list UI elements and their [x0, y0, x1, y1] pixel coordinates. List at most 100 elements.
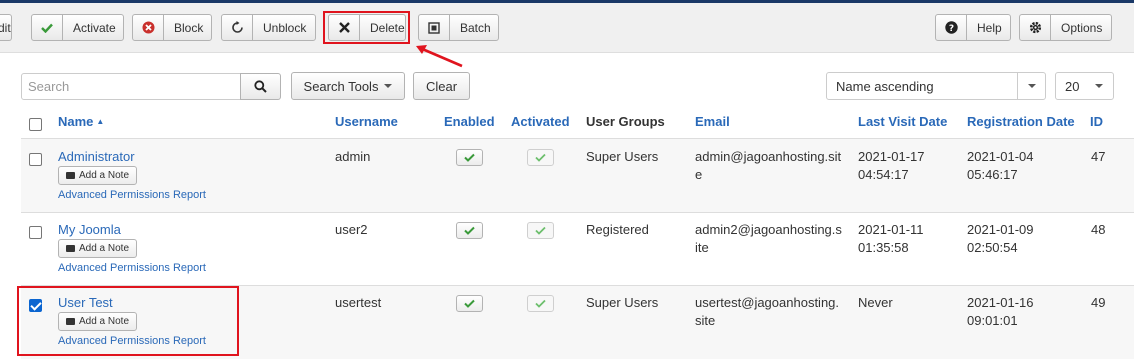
check-icon — [535, 226, 546, 235]
registration-time: 09:01:01 — [967, 313, 1018, 328]
annotation-arrow — [416, 45, 463, 68]
last-visit-time: 04:54:17 — [858, 167, 909, 182]
user-id: 47 — [1091, 149, 1106, 164]
check-icon — [464, 153, 475, 162]
registration-date: 2021-01-09 — [967, 222, 1034, 237]
search-input[interactable]: Search — [21, 73, 241, 100]
last-visit-date: 2021-01-17 — [858, 149, 925, 164]
email-cell-line1: admin2@jagoanhosting.s — [695, 222, 842, 237]
clear-button[interactable]: Clear — [413, 72, 470, 100]
block-button[interactable]: Block — [132, 14, 212, 41]
selected-user-highlight — [17, 286, 239, 356]
column-header-registration[interactable]: Registration Date — [967, 114, 1075, 129]
activate-button-label: Activate — [73, 20, 116, 35]
user-groups-cell: Super Users — [586, 149, 659, 164]
add-note-button[interactable]: Add a Note — [58, 239, 137, 258]
search-tools-button[interactable]: Search Tools — [291, 72, 405, 100]
email-cell-line1: admin@jagoanhosting.sit — [695, 149, 842, 164]
question-icon: ? — [936, 15, 967, 40]
toolbar: dit Activate Block Unblock Delete Batch … — [0, 3, 1134, 53]
permissions-report-link[interactable]: Advanced Permissions Report — [58, 189, 206, 201]
registration-time: 05:46:17 — [967, 167, 1018, 182]
username-cell: user2 — [335, 222, 368, 237]
search-placeholder: Search — [28, 79, 70, 94]
activated-status — [527, 149, 554, 166]
help-button-label: Help — [977, 20, 1002, 35]
chevron-down-icon — [1017, 73, 1045, 99]
limit-select[interactable]: 20 — [1055, 72, 1114, 100]
block-icon — [133, 15, 164, 40]
row-checkbox[interactable] — [29, 153, 42, 166]
enabled-toggle[interactable] — [456, 222, 483, 239]
edit-button[interactable]: dit — [0, 14, 12, 41]
sort-select[interactable]: Name ascending — [826, 72, 1046, 100]
sort-value: Name ascending — [836, 79, 934, 94]
last-visit-date: 2021-01-11 — [858, 222, 924, 237]
column-header-last-visit[interactable]: Last Visit Date — [858, 114, 947, 129]
options-button[interactable]: Options — [1019, 14, 1112, 41]
username-cell: admin — [335, 149, 371, 164]
column-header-enabled[interactable]: Enabled — [444, 114, 495, 129]
edit-button-label: dit — [0, 20, 11, 35]
user-id: 48 — [1091, 222, 1106, 237]
unblock-button[interactable]: Unblock — [221, 14, 316, 41]
email-cell-line2: site — [695, 313, 716, 328]
permissions-report-link[interactable]: Advanced Permissions Report — [58, 262, 206, 274]
registration-time: 02:50:54 — [967, 240, 1018, 255]
column-header-user-groups: User Groups — [586, 114, 665, 129]
activated-status — [527, 295, 554, 312]
activate-button[interactable]: Activate — [31, 14, 124, 41]
sort-asc-icon: ▲ — [96, 117, 105, 126]
user-name-link[interactable]: Administrator — [58, 149, 135, 164]
check-icon — [464, 226, 475, 235]
column-header-username[interactable]: Username — [335, 114, 398, 129]
note-icon — [65, 245, 75, 252]
limit-value: 20 — [1065, 79, 1080, 94]
user-name-link[interactable]: My Joomla — [58, 222, 121, 237]
enabled-toggle[interactable] — [456, 295, 483, 312]
batch-button[interactable]: Batch — [418, 14, 499, 41]
options-button-label: Options — [1061, 20, 1103, 35]
search-tools-label: Search Tools — [303, 78, 379, 94]
user-groups-cell: Registered — [586, 222, 649, 237]
username-cell: usertest — [335, 295, 382, 310]
registration-date: 2021-01-04 — [967, 149, 1034, 164]
search-icon — [254, 80, 267, 93]
select-all-checkbox[interactable] — [29, 118, 42, 131]
column-header-id[interactable]: ID — [1090, 114, 1103, 129]
add-note-label: Add a Note — [78, 243, 130, 254]
row-checkbox[interactable] — [29, 226, 42, 239]
column-header-email[interactable]: Email — [695, 114, 730, 129]
email-cell-line2: ite — [695, 240, 709, 255]
row-divider — [21, 212, 1134, 213]
user-groups-cell: Super Users — [586, 295, 659, 310]
add-note-button[interactable]: Add a Note — [58, 166, 137, 185]
unblock-button-label: Unblock — [263, 20, 307, 35]
help-button[interactable]: ? Help — [935, 14, 1011, 41]
search-button[interactable] — [240, 73, 281, 100]
square-icon — [419, 15, 450, 40]
check-icon — [535, 299, 546, 308]
enabled-toggle[interactable] — [456, 149, 483, 166]
clear-label: Clear — [425, 78, 458, 94]
check-icon — [535, 153, 546, 162]
email-cell-line1: usertest@jagoanhosting. — [695, 295, 840, 310]
delete-highlight — [323, 11, 410, 44]
last-visit-date: Never — [858, 295, 893, 310]
check-icon — [32, 15, 63, 40]
registration-date: 2021-01-16 — [967, 295, 1034, 310]
gear-icon — [1020, 15, 1051, 40]
block-button-label: Block — [174, 20, 204, 35]
refresh-icon — [222, 15, 253, 40]
chevron-down-icon — [1085, 73, 1113, 99]
chevron-down-icon — [384, 84, 393, 88]
last-visit-time: 01:35:58 — [858, 240, 909, 255]
check-icon — [464, 299, 475, 308]
column-header-name[interactable]: Name ▲ — [58, 114, 104, 129]
batch-button-label: Batch — [460, 20, 491, 35]
user-id: 49 — [1091, 295, 1106, 310]
column-header-activated[interactable]: Activated — [511, 114, 570, 129]
email-cell-line2: e — [695, 167, 703, 182]
note-icon — [65, 172, 75, 179]
add-note-label: Add a Note — [78, 170, 130, 181]
